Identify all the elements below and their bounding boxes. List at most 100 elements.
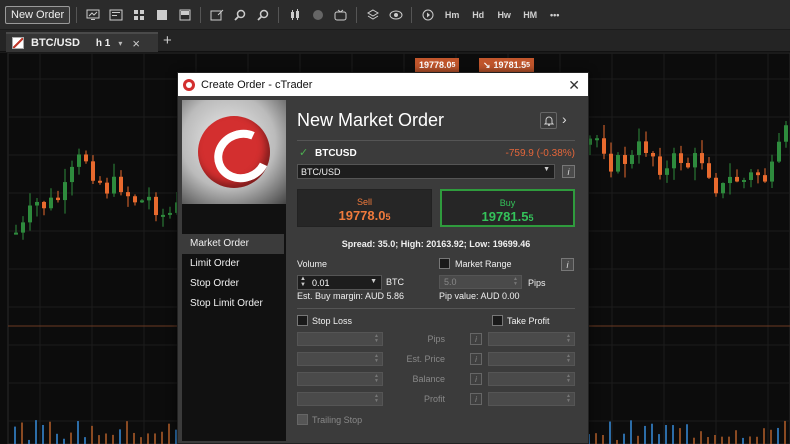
market-range-input[interactable]: 5.0 ▲ ▼ — [439, 275, 522, 289]
trailing-stop-checkbox[interactable] — [297, 414, 308, 425]
circle-icon[interactable] — [308, 5, 327, 24]
replay-icon[interactable] — [418, 5, 437, 24]
volume-bar — [651, 423, 653, 444]
candle-body — [714, 177, 718, 194]
volume-bar — [714, 434, 716, 444]
split-window-icon[interactable] — [175, 5, 194, 24]
stop-loss-price-input[interactable]: ▲ ▼ — [297, 352, 383, 366]
order-type-sidebar: Market Order Limit Order Stop Order Stop… — [182, 100, 286, 441]
bell-icon[interactable] — [540, 112, 557, 129]
add-tab-icon[interactable]: + — [163, 32, 172, 49]
hw-button[interactable]: Hw — [493, 5, 515, 24]
tab-timeframe[interactable]: h 1 — [96, 38, 110, 49]
stepper-arrows-icon: ▲ ▼ — [566, 373, 571, 384]
volume-stepper[interactable]: ▲ ▼ 0.01 ▼ — [297, 275, 382, 290]
info-icon[interactable]: i — [470, 393, 482, 405]
stop-loss-profit-input[interactable]: ▲ ▼ — [297, 392, 383, 406]
volume-bar — [763, 428, 765, 444]
chart-layout-icon[interactable] — [106, 5, 125, 24]
tab-btcusd[interactable]: BTC/USD h 1 ▾ × — [6, 32, 158, 52]
sidebar-item-limit-order[interactable]: Limit Order — [182, 254, 284, 274]
stop-loss-checkbox[interactable] — [297, 315, 308, 326]
hm-button[interactable]: Hm — [441, 5, 463, 24]
info-icon[interactable]: i — [470, 333, 482, 345]
sell-price-tag-pip: 5 — [451, 61, 456, 69]
volume-bar — [42, 424, 44, 444]
zoom-out-icon[interactable] — [253, 5, 272, 24]
stepper-arrows-icon: ▲ ▼ — [566, 353, 571, 364]
volume-bar — [637, 435, 639, 444]
stop-loss-pips-input[interactable]: ▲ ▼ — [297, 332, 383, 346]
candle-body — [14, 232, 18, 235]
sell-price-tag: 19778.0 5 — [415, 58, 460, 72]
toolbar-divider — [356, 6, 358, 23]
candle-body — [126, 192, 130, 197]
volume-bar — [707, 437, 709, 444]
info-icon[interactable]: i — [562, 165, 575, 178]
volume-bar — [630, 420, 632, 444]
volume-bar — [777, 427, 779, 444]
volume-bar — [595, 433, 597, 444]
candle-body — [28, 205, 32, 223]
sidebar-item-market-order[interactable]: Market Order — [182, 234, 284, 254]
new-order-button[interactable]: New Order — [5, 5, 71, 24]
volume-bar — [70, 432, 72, 444]
edit-chart-icon[interactable] — [207, 5, 226, 24]
sidebar-item-stop-limit-order[interactable]: Stop Limit Order — [182, 294, 284, 314]
toolbar-divider — [278, 6, 280, 23]
hd-button[interactable]: Hd — [467, 5, 489, 24]
stop-loss-balance-input[interactable]: ▲ ▼ — [297, 372, 383, 386]
volume-bar — [154, 433, 156, 444]
stepper-arrows-icon[interactable]: ▲ ▼ — [300, 276, 306, 288]
candle-body — [161, 214, 165, 217]
market-range-checkbox[interactable] — [439, 258, 450, 269]
volume-bar — [644, 425, 646, 444]
page-title: New Market Order — [297, 110, 445, 130]
candle-body — [742, 179, 746, 182]
tv-icon[interactable] — [331, 5, 350, 24]
chevron-right-icon[interactable]: › — [562, 111, 567, 127]
candles-icon[interactable] — [285, 5, 304, 24]
sell-button[interactable]: Sell 19778.05 — [297, 189, 432, 227]
info-icon[interactable]: i — [470, 373, 482, 385]
info-icon[interactable]: i — [470, 353, 482, 365]
ctrader-logo-mark — [198, 116, 270, 188]
volume-bar — [98, 435, 100, 444]
take-profit-profit-input[interactable]: ▲ ▼ — [488, 392, 575, 406]
candle-body — [147, 196, 151, 201]
grid-4-icon[interactable] — [129, 5, 148, 24]
close-icon[interactable]: ✕ — [568, 77, 580, 94]
sidebar-item-stop-order[interactable]: Stop Order — [182, 274, 284, 294]
volume-bar — [602, 435, 604, 444]
candle-body — [735, 176, 739, 182]
dialog-title-bar[interactable]: Create Order - cTrader ✕ — [178, 73, 588, 96]
volume-bar — [623, 433, 625, 444]
margin-text: Est. Buy margin: AUD 5.86 — [297, 291, 405, 301]
eye-icon[interactable] — [386, 5, 405, 24]
take-profit-checkbox[interactable] — [492, 315, 503, 326]
candle-body — [609, 153, 613, 172]
take-profit-price-input[interactable]: ▲ ▼ — [488, 352, 575, 366]
symbol-select[interactable]: BTC/USD ▼ — [297, 164, 555, 179]
chevron-down-icon[interactable]: ▼ — [370, 278, 377, 285]
take-profit-balance-input[interactable]: ▲ ▼ — [488, 372, 575, 386]
info-icon[interactable]: i — [561, 258, 574, 271]
candle-body — [56, 197, 60, 201]
hmonth-button[interactable]: HM — [519, 5, 541, 24]
layers-icon[interactable] — [363, 5, 382, 24]
monitor-chart-icon[interactable] — [83, 5, 102, 24]
candle-body — [721, 183, 725, 194]
stepper-arrows-icon: ▲ ▼ — [566, 393, 571, 404]
sell-label: Sell — [356, 197, 372, 207]
create-order-dialog: Create Order - cTrader ✕ Market Order Li… — [177, 72, 589, 444]
buy-button[interactable]: Buy 19781.55 — [440, 189, 575, 227]
single-window-icon[interactable] — [152, 5, 171, 24]
take-profit-pips-input[interactable]: ▲ ▼ — [488, 332, 575, 346]
volume-bar — [770, 429, 772, 444]
chevron-down-icon[interactable]: ▾ — [118, 39, 122, 48]
candle-body — [630, 155, 634, 164]
zoom-in-icon[interactable] — [230, 5, 249, 24]
buy-price-value: 19781.5 — [481, 209, 529, 224]
close-tab-icon[interactable]: × — [132, 36, 140, 51]
more-icon[interactable]: ••• — [545, 5, 564, 24]
